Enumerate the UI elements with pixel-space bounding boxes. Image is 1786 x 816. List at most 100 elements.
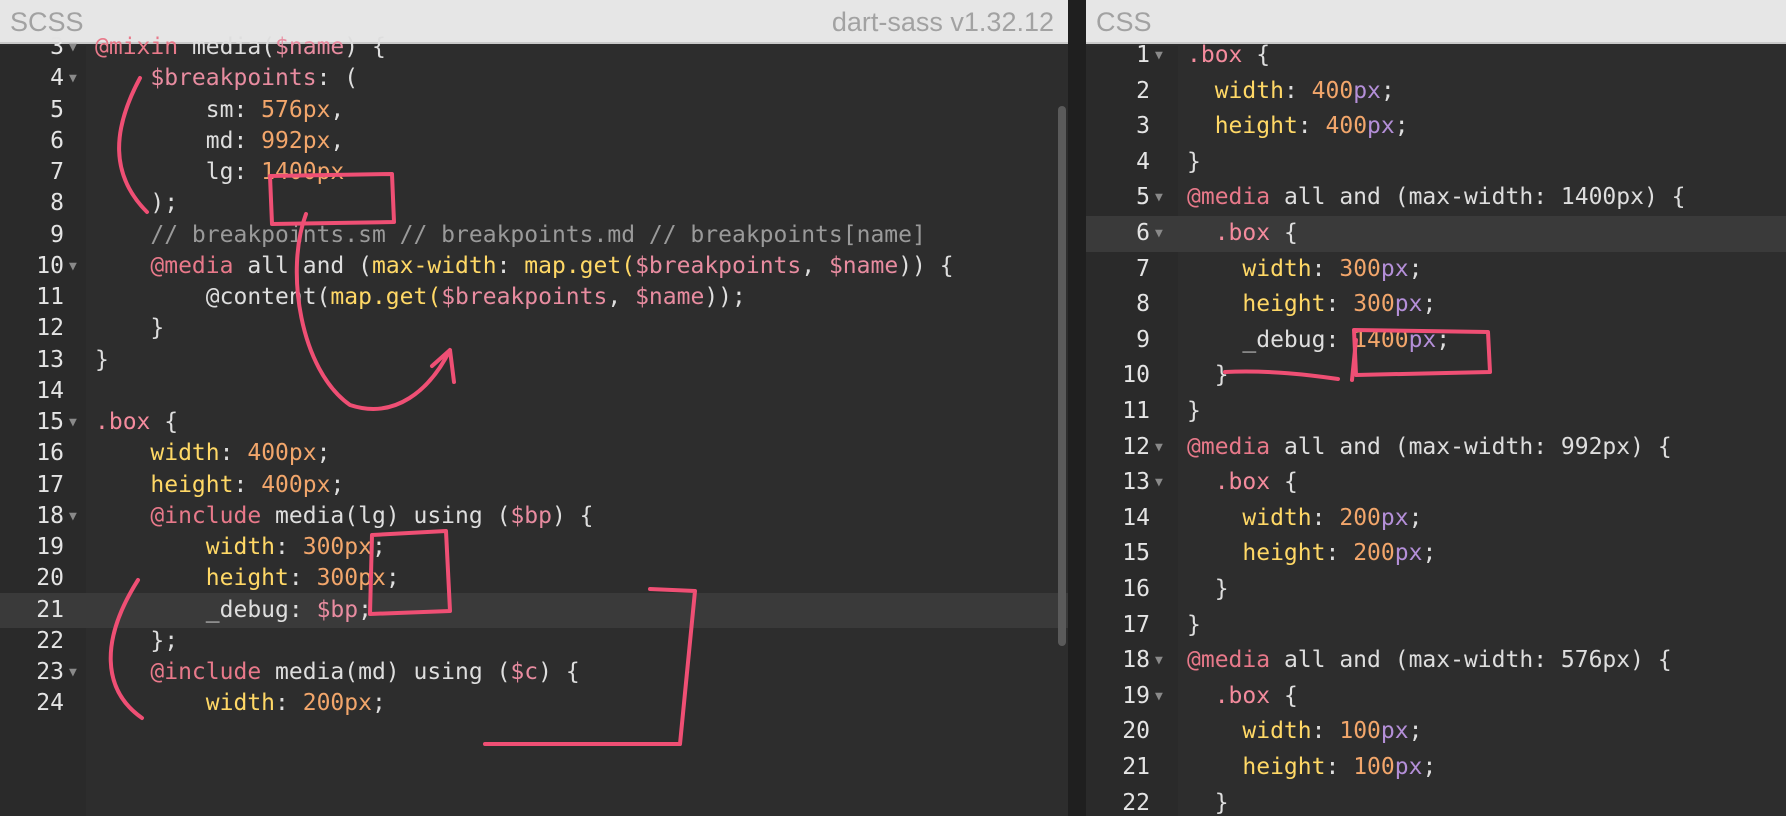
code-line[interactable]: 16 width: 400px;	[0, 436, 1068, 472]
code-token: ) {	[551, 502, 594, 529]
code-line[interactable]: 23 ▼ @include media(md) using ($c) {	[0, 655, 1068, 691]
code-token: ) {	[538, 659, 580, 685]
code-line[interactable]: 11 @content(map.get($breakpoints, $name)…	[0, 280, 1068, 316]
fold-arrow-icon[interactable]: ▼	[69, 249, 77, 285]
code-line[interactable]: 13 ▼ .box {	[1086, 465, 1786, 501]
code-token: px	[1394, 754, 1423, 780]
scss-editor[interactable]: 3 ▼ @mixin media($name) {4 ▼ $breakpoints: …	[0, 34, 1068, 816]
code-line[interactable]: 3 ▼ @mixin media($name) {	[0, 30, 1068, 66]
code-line[interactable]: 15 height: 200px;	[1086, 536, 1786, 572]
code-line[interactable]: 21 _debug: $bp;	[0, 592, 1068, 629]
code-token: _debug:	[1187, 326, 1354, 353]
code-line[interactable]: 6 md: 992px,	[0, 124, 1068, 160]
code-token: px	[1380, 504, 1409, 531]
code-line[interactable]: 1 ▼ .box {	[1086, 38, 1786, 74]
fold-arrow-icon[interactable]: ▼	[1155, 465, 1163, 501]
code-line[interactable]: 10 ▼ @media all and (max-width: map.get($…	[0, 249, 1068, 285]
code-token: px	[302, 127, 331, 154]
code-line[interactable]: 12 }	[0, 311, 1068, 347]
code-line[interactable]: 16 }	[1086, 572, 1786, 608]
code-token: width	[1242, 718, 1312, 745]
code-token: ) {	[344, 34, 386, 60]
code-token: 300	[302, 534, 345, 560]
code-line[interactable]: 3 height: 400px;	[1086, 109, 1786, 145]
code-text: @include media(lg) using ($bp) {	[95, 499, 594, 535]
code-token: :	[1297, 113, 1326, 140]
fold-arrow-icon[interactable]: ▼	[1155, 643, 1163, 679]
code-line[interactable]: 10 }	[1086, 358, 1786, 394]
code-token: width	[150, 440, 220, 467]
code-line[interactable]: 18 ▼ @media all and (max-width: 576px) {	[1086, 643, 1786, 679]
code-line[interactable]: 24 width: 200px;	[0, 686, 1068, 722]
fold-arrow-icon[interactable]: ▼	[69, 30, 77, 66]
code-line[interactable]: 14 width: 200px;	[1086, 501, 1786, 537]
code-token: ;	[1422, 754, 1437, 780]
code-text: @content(map.get($breakpoints, $name));	[95, 280, 746, 316]
line-number: 17	[36, 471, 64, 498]
code-token: 200	[1353, 540, 1395, 567]
code-token: }	[95, 315, 165, 342]
code-line[interactable]: 22 };	[0, 624, 1068, 660]
code-token: 400	[1311, 77, 1354, 104]
code-token: 300	[316, 565, 359, 592]
code-token: px	[344, 534, 372, 560]
fold-arrow-icon[interactable]: ▼	[69, 655, 77, 691]
code-line[interactable]: 9 _debug: 1400px;	[1086, 323, 1786, 359]
code-line[interactable]: 15 ▼ .box {	[0, 405, 1068, 441]
code-line[interactable]: 6 ▼ .box {	[1086, 216, 1786, 252]
line-number: 8	[1136, 291, 1150, 318]
code-line[interactable]: 18 ▼ @include media(lg) using ($bp) {	[0, 499, 1068, 535]
code-line[interactable]: 17}	[1086, 608, 1786, 644]
fold-arrow-icon[interactable]: ▼	[1155, 38, 1163, 74]
code-token: @media	[150, 252, 234, 279]
line-number: 10	[1122, 362, 1150, 389]
fold-arrow-icon[interactable]: ▼	[1155, 180, 1163, 216]
code-line[interactable]: 19 ▼ .box {	[1086, 679, 1786, 715]
code-line[interactable]: 21 height: 100px;	[1086, 750, 1786, 786]
code-line[interactable]: 8 height: 300px;	[1086, 287, 1786, 323]
code-line[interactable]: 19 width: 300px;	[0, 530, 1068, 566]
code-token: 300	[1339, 255, 1381, 282]
code-line[interactable]: 8 );	[0, 186, 1068, 222]
code-token: $bp	[316, 596, 359, 623]
code-line[interactable]: 2 width: 400px;	[1086, 74, 1786, 110]
code-line[interactable]: 12 ▼ @media all and (max-width: 992px) {	[1086, 430, 1786, 466]
fold-arrow-icon[interactable]: ▼	[69, 405, 77, 441]
code-token: ,	[607, 284, 636, 310]
code-line[interactable]: 7 width: 300px;	[1086, 252, 1786, 288]
code-line[interactable]: 20 height: 300px;	[0, 561, 1068, 597]
fold-arrow-icon[interactable]: ▼	[69, 61, 77, 97]
fold-arrow-icon[interactable]: ▼	[1155, 216, 1163, 252]
code-token: ;	[1380, 77, 1395, 104]
code-line[interactable]: 7 lg: 1400px	[0, 155, 1068, 191]
code-text: lg: 1400px	[95, 155, 345, 191]
code-line[interactable]: 20 width: 100px;	[1086, 714, 1786, 750]
code-line[interactable]: 13}	[0, 343, 1068, 379]
code-line[interactable]: 5 sm: 576px,	[0, 93, 1068, 129]
panel-divider[interactable]	[1068, 0, 1086, 816]
fold-arrow-icon[interactable]: ▼	[1155, 430, 1163, 466]
code-text: width: 400px;	[1187, 74, 1395, 110]
fold-arrow-icon[interactable]: ▼	[1155, 679, 1163, 715]
line-number: 24	[36, 690, 64, 717]
code-line[interactable]: 4}	[1086, 145, 1786, 181]
code-line[interactable]: 17 height: 400px;	[0, 468, 1068, 504]
code-token: height	[1242, 540, 1326, 567]
code-text: // breakpoints.sm // breakpoints.md // b…	[95, 218, 925, 254]
code-token: }	[1187, 362, 1229, 389]
code-line[interactable]: 14	[0, 374, 1068, 410]
code-line[interactable]: 5 ▼ @media all and (max-width: 1400px) {	[1086, 180, 1786, 216]
line-number: 8	[50, 190, 64, 217]
code-token: all and (max-width: 992px) {	[1270, 433, 1672, 460]
line-number: 7	[50, 159, 64, 185]
code-line[interactable]: 4 ▼ $breakpoints: (	[0, 61, 1068, 97]
fold-arrow-icon[interactable]: ▼	[69, 499, 77, 535]
scss-scrollbar[interactable]	[1058, 106, 1066, 646]
code-line[interactable]: 22 }	[1086, 786, 1786, 816]
code-line[interactable]: 11}	[1086, 394, 1786, 430]
code-token: px	[302, 96, 331, 123]
code-line[interactable]: 9 // breakpoints.sm // breakpoints.md //…	[0, 218, 1068, 254]
